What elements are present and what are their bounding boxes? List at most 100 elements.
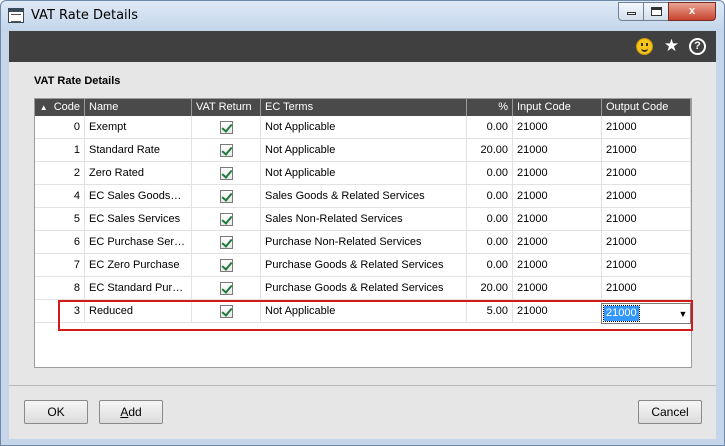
- vat-return-checkbox[interactable]: [219, 144, 233, 157]
- cell-ec-terms[interactable]: Sales Non-Related Services: [261, 208, 467, 231]
- vat-return-checkbox[interactable]: [219, 167, 233, 180]
- cell-input-code[interactable]: 21000: [513, 208, 602, 231]
- cell-output-code[interactable]: 21000: [602, 277, 691, 300]
- cell-name[interactable]: EC Zero Purchase: [85, 254, 192, 277]
- cell-output-code[interactable]: 21000: [602, 185, 691, 208]
- cancel-button[interactable]: Cancel: [638, 400, 702, 424]
- vat-rates-grid[interactable]: ▲ Code Name VAT Return EC Terms % Input C…: [34, 98, 692, 368]
- vat-return-checkbox[interactable]: [219, 236, 233, 249]
- cell-input-code[interactable]: 21000: [513, 254, 602, 277]
- cell-vat-return[interactable]: [192, 231, 261, 254]
- help-icon[interactable]: ?: [689, 38, 706, 55]
- cell-vat-return[interactable]: [192, 116, 261, 139]
- cell-percent[interactable]: 0.00: [467, 254, 513, 277]
- table-row[interactable]: 6 EC Purchase Ser… Purchase Non-Related Se…: [35, 231, 691, 254]
- cell-code[interactable]: 7: [35, 254, 85, 277]
- table-row[interactable]: 4 EC Sales Goods… Sales Goods & Related Se…: [35, 185, 691, 208]
- cell-name[interactable]: EC Purchase Ser…: [85, 231, 192, 254]
- cell-input-code[interactable]: 21000: [513, 277, 602, 300]
- vat-return-checkbox[interactable]: [219, 305, 233, 318]
- table-row-editing[interactable]: 3 Reduced Not Applicable 5.00 21000: [35, 300, 691, 323]
- cell-code[interactable]: 2: [35, 162, 85, 185]
- table-row[interactable]: 1 Standard Rate Not Applicable 20.00 21000 21…: [35, 139, 691, 162]
- vat-return-checkbox[interactable]: [219, 121, 233, 134]
- table-row[interactable]: 8 EC Standard Pur… Purchase Goods & Relate…: [35, 277, 691, 300]
- cell-code[interactable]: 6: [35, 231, 85, 254]
- output-code-dropdown[interactable]: 21000 ▼: [601, 303, 691, 324]
- cell-input-code[interactable]: 21000: [513, 185, 602, 208]
- cell-ec-terms[interactable]: Purchase Goods & Related Services: [261, 254, 467, 277]
- cell-code[interactable]: 4: [35, 185, 85, 208]
- cell-vat-return[interactable]: [192, 277, 261, 300]
- cell-name[interactable]: Standard Rate: [85, 139, 192, 162]
- cell-name[interactable]: Exempt: [85, 116, 192, 139]
- cell-percent[interactable]: 0.00: [467, 231, 513, 254]
- cell-percent[interactable]: 20.00: [467, 277, 513, 300]
- cell-ec-terms[interactable]: Not Applicable: [261, 116, 467, 139]
- cell-name[interactable]: EC Standard Pur…: [85, 277, 192, 300]
- cell-percent[interactable]: 5.00: [467, 300, 513, 323]
- column-header-output-code[interactable]: Output Code: [602, 99, 691, 116]
- column-header-percent[interactable]: %: [467, 99, 513, 116]
- cell-output-code[interactable]: 21000: [602, 162, 691, 185]
- cell-input-code[interactable]: 21000: [513, 116, 602, 139]
- minimize-button[interactable]: [618, 2, 644, 21]
- cell-output-code[interactable]: 21000: [602, 116, 691, 139]
- cell-vat-return[interactable]: [192, 185, 261, 208]
- chevron-down-icon[interactable]: ▼: [678, 309, 688, 319]
- add-button[interactable]: Add: [99, 400, 163, 424]
- cell-output-code[interactable]: 21000: [602, 208, 691, 231]
- cell-output-code[interactable]: 21000: [602, 139, 691, 162]
- cell-percent[interactable]: 20.00: [467, 139, 513, 162]
- maximize-button[interactable]: [643, 2, 669, 21]
- ok-button[interactable]: OK: [24, 400, 88, 424]
- table-row[interactable]: 2 Zero Rated Not Applicable 0.00 21000 21000: [35, 162, 691, 185]
- cell-ec-terms[interactable]: Sales Goods & Related Services: [261, 185, 467, 208]
- cell-name[interactable]: Reduced: [85, 300, 192, 323]
- cell-ec-terms[interactable]: Purchase Goods & Related Services: [261, 277, 467, 300]
- cell-vat-return[interactable]: [192, 139, 261, 162]
- title-bar[interactable]: VAT Rate Details x: [1, 1, 724, 31]
- cell-ec-terms[interactable]: Purchase Non-Related Services: [261, 231, 467, 254]
- column-header-ec-terms[interactable]: EC Terms: [261, 99, 467, 116]
- cell-name[interactable]: EC Sales Services: [85, 208, 192, 231]
- cell-input-code[interactable]: 21000: [513, 300, 602, 323]
- vat-return-checkbox[interactable]: [219, 282, 233, 295]
- column-header-code[interactable]: ▲ Code: [35, 99, 85, 116]
- vat-return-checkbox[interactable]: [219, 213, 233, 226]
- cell-input-code[interactable]: 21000: [513, 231, 602, 254]
- cell-percent[interactable]: 0.00: [467, 208, 513, 231]
- column-header-vat-return[interactable]: VAT Return: [192, 99, 261, 116]
- cell-vat-return[interactable]: [192, 254, 261, 277]
- cell-ec-terms[interactable]: Not Applicable: [261, 300, 467, 323]
- cell-code[interactable]: 3: [35, 300, 85, 323]
- vat-return-checkbox[interactable]: [219, 190, 233, 203]
- cell-percent[interactable]: 0.00: [467, 162, 513, 185]
- cell-percent[interactable]: 0.00: [467, 185, 513, 208]
- cell-output-code[interactable]: 21000: [602, 254, 691, 277]
- smiley-icon[interactable]: [636, 38, 653, 55]
- cell-percent[interactable]: 0.00: [467, 116, 513, 139]
- cell-code[interactable]: 1: [35, 139, 85, 162]
- cell-name[interactable]: Zero Rated: [85, 162, 192, 185]
- cell-vat-return[interactable]: [192, 162, 261, 185]
- table-row[interactable]: 5 EC Sales Services Sales Non-Related Serv…: [35, 208, 691, 231]
- vat-return-checkbox[interactable]: [219, 259, 233, 272]
- cell-output-code[interactable]: 21000: [602, 231, 691, 254]
- column-header-input-code[interactable]: Input Code: [513, 99, 602, 116]
- cell-code[interactable]: 5: [35, 208, 85, 231]
- cell-ec-terms[interactable]: Not Applicable: [261, 162, 467, 185]
- cell-ec-terms[interactable]: Not Applicable: [261, 139, 467, 162]
- column-header-name[interactable]: Name: [85, 99, 192, 116]
- cell-code[interactable]: 8: [35, 277, 85, 300]
- star-icon[interactable]: ★: [663, 37, 680, 54]
- cell-input-code[interactable]: 21000: [513, 139, 602, 162]
- cell-input-code[interactable]: 21000: [513, 162, 602, 185]
- table-row[interactable]: 7 EC Zero Purchase Purchase Goods & Relate…: [35, 254, 691, 277]
- table-row[interactable]: 0 Exempt Not Applicable 0.00 21000 21000: [35, 116, 691, 139]
- close-button[interactable]: x: [668, 2, 716, 21]
- cell-vat-return[interactable]: [192, 300, 261, 323]
- cell-vat-return[interactable]: [192, 208, 261, 231]
- cell-name[interactable]: EC Sales Goods…: [85, 185, 192, 208]
- cell-code[interactable]: 0: [35, 116, 85, 139]
